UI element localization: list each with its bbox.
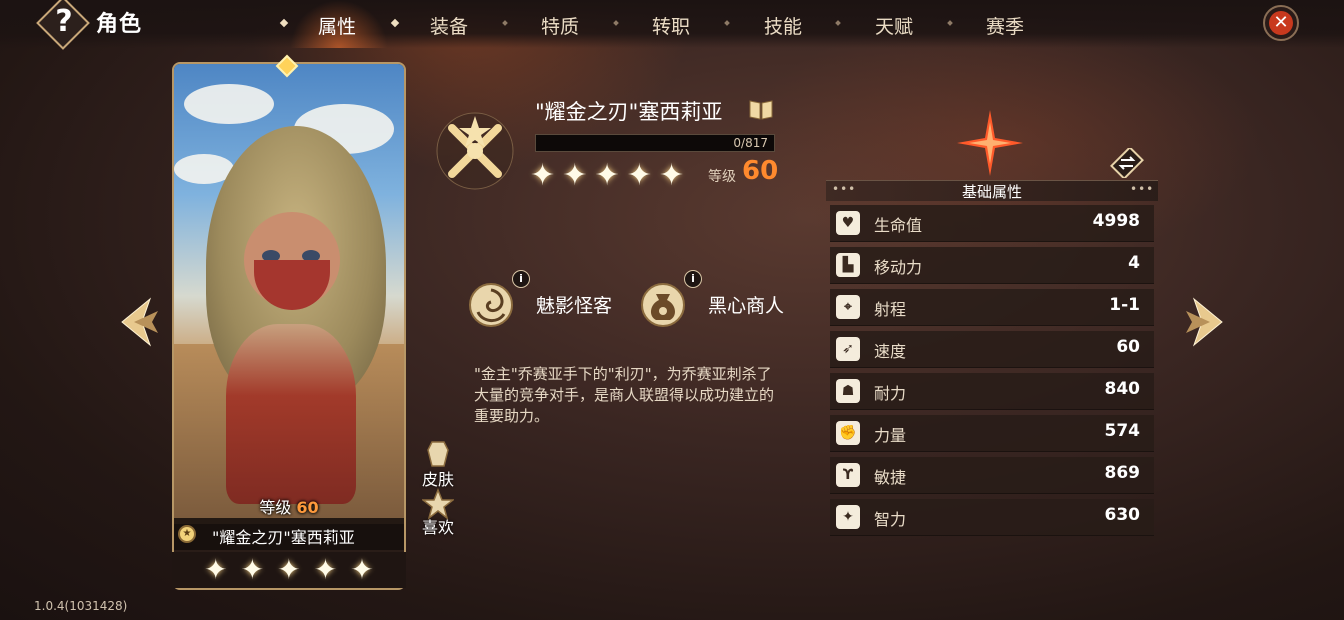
stat-name: 移动力 (874, 258, 923, 277)
stat-row-agility: ϒ 敏捷 869 (830, 457, 1154, 494)
stat-name: 敏捷 (874, 468, 907, 487)
card-level: 等级 60 (172, 494, 406, 518)
question-mark-icon[interactable]: ? (52, 2, 76, 42)
tab-talents[interactable]: 天赋 (875, 12, 913, 39)
stat-name: 射程 (874, 300, 907, 319)
stat-name: 生命值 (874, 216, 923, 235)
tab-season[interactable]: 赛季 (986, 12, 1024, 39)
stats-panel-title: 基础属性 (961, 183, 1022, 201)
money-bag-trait-icon[interactable] (640, 282, 686, 328)
star-icon: ✦ (658, 158, 685, 193)
hero-title: "耀金之刃"塞西莉亚 (535, 100, 723, 124)
card-stars-row: ✦ ✦ ✦ ✦ ✦ (204, 552, 374, 588)
next-hero-arrow-icon[interactable] (1184, 295, 1224, 349)
swap-icon[interactable] (1110, 148, 1144, 178)
stat-value: 574 (1104, 421, 1141, 441)
page-title: 角色 (96, 12, 143, 37)
star-icon: ✦ (313, 553, 338, 586)
tab-equipment[interactable]: 装备 (430, 12, 468, 39)
spark-icon: ✦ (836, 505, 860, 529)
hero-body (226, 324, 356, 504)
like-button-label[interactable]: 喜欢 (422, 514, 454, 538)
skin-button-label[interactable]: 皮肤 (422, 466, 454, 490)
hero-level-value: 60 (742, 156, 779, 186)
header-dots: ••• (1130, 182, 1155, 196)
boot-icon: ▙ (836, 253, 860, 277)
trait-info-icon[interactable]: i (684, 270, 702, 288)
version-label: 1.0.4(1031428) (34, 599, 128, 613)
star-icon: ✦ (530, 158, 556, 193)
class-emblem-icon (436, 112, 514, 190)
compass-star-icon (957, 110, 1023, 176)
tab-class-change[interactable]: 转职 (652, 12, 690, 39)
star-icon: ✦ (562, 158, 588, 193)
previous-hero-arrow-icon[interactable] (120, 295, 160, 349)
agility-icon: ϒ (836, 463, 860, 487)
stat-row-endurance: ☗ 耐力 840 (830, 373, 1154, 410)
stat-value: 630 (1104, 505, 1141, 525)
stat-name: 耐力 (874, 384, 907, 403)
crosshair-icon: ⌖ (836, 295, 860, 319)
stat-value: 1-1 (1109, 295, 1140, 315)
tab-traits[interactable]: 特质 (541, 12, 579, 39)
card-star-rating: ✦ ✦ ✦ ✦ ✦ (172, 552, 406, 588)
stat-row-speed: ➶ 速度 60 (830, 331, 1154, 368)
experience-bar: 0/817 (535, 134, 775, 152)
stat-name: 力量 (874, 426, 907, 445)
stat-value: 869 (1104, 463, 1141, 483)
stat-row-hp: ♥ 生命值 4998 (830, 205, 1154, 242)
trait-name: 黑心商人 (708, 295, 785, 317)
heart-icon: ♥ (836, 211, 860, 235)
stat-value: 4998 (1092, 211, 1140, 231)
hero-description: "金主"乔赛亚手下的"利刃"，为乔赛亚刺杀了大量的竞争对手，是商人联盟得以成功建… (474, 365, 775, 425)
star-icon: ✦ (240, 553, 265, 586)
card-hero-name: "耀金之刃"塞西莉亚 (212, 528, 355, 547)
card-level-label: 等级 (259, 498, 292, 517)
tab-attributes[interactable]: 属性 (318, 12, 356, 39)
stat-row-intelligence: ✦ 智力 630 (830, 499, 1154, 536)
trait-info-icon[interactable]: i (512, 270, 530, 288)
star-icon: ✦ (350, 553, 374, 586)
swirl-trait-icon[interactable] (468, 282, 514, 328)
book-icon[interactable] (748, 98, 774, 120)
rank-badge-icon: ★ (178, 525, 196, 543)
trait-name: 魅影怪客 (536, 295, 613, 317)
portrait-cloud (184, 84, 274, 124)
stat-value: 4 (1128, 253, 1140, 273)
star-icon: ✦ (204, 553, 228, 586)
star-icon: ✦ (594, 158, 620, 193)
stat-name: 智力 (874, 510, 907, 529)
arm-icon: ✊ (836, 421, 860, 445)
tab-skills[interactable]: 技能 (764, 12, 802, 39)
hero-star-rating: ✦ ✦ ✦ ✦ ✦ (530, 158, 686, 194)
stat-value: 60 (1116, 337, 1140, 357)
feather-icon: ➶ (836, 337, 860, 361)
stat-row-range: ⌖ 射程 1-1 (830, 289, 1154, 326)
close-icon[interactable]: ✕ (1269, 11, 1293, 35)
person-icon: ☗ (836, 379, 860, 403)
experience-text: 0/817 (733, 136, 768, 150)
star-icon: ✦ (277, 553, 301, 586)
stat-row-movement: ▙ 移动力 4 (830, 247, 1154, 284)
stat-name: 速度 (874, 342, 907, 361)
stat-value: 840 (1104, 379, 1141, 399)
hero-level-label: 等级 (708, 169, 736, 185)
star-icon: ✦ (626, 158, 652, 193)
stat-row-strength: ✊ 力量 574 (830, 415, 1154, 452)
card-level-value: 60 (296, 498, 319, 517)
